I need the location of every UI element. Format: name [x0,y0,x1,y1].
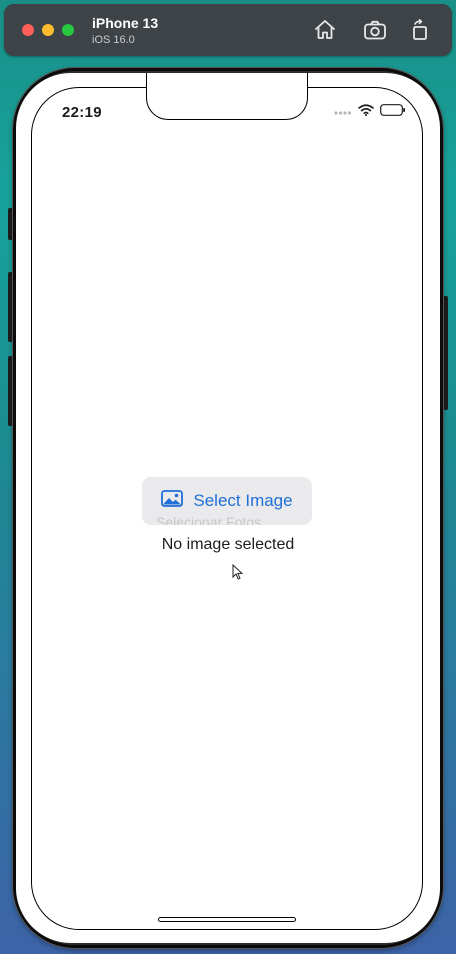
ghost-overlay-text: Selecionar Fotos [156,514,262,525]
select-image-label: Select Image [193,491,293,510]
rotate-icon[interactable] [408,18,432,42]
cellular-dots-icon [334,103,352,121]
notch [146,73,308,120]
wifi-icon [358,103,374,121]
battery-icon [380,103,406,121]
status-icons [334,103,406,121]
app-screen: 22:19 Select Image Selecionar Fotos No i… [16,73,440,943]
camera-icon[interactable] [363,18,387,42]
device-name: iPhone 13 [92,15,159,31]
minimize-window-button[interactable] [42,24,54,36]
simulator-title-bar: iPhone 13 iOS 16.0 [4,4,452,56]
mouse-cursor-icon [232,563,244,580]
status-time: 22:19 [62,104,102,121]
close-window-button[interactable] [22,24,34,36]
zoom-window-button[interactable] [62,24,74,36]
home-indicator[interactable] [158,917,296,922]
os-version: iOS 16.0 [92,34,135,46]
photo-icon [161,490,184,512]
empty-state-label: No image selected [161,536,295,553]
home-icon[interactable] [313,18,337,42]
power-button [443,296,448,410]
